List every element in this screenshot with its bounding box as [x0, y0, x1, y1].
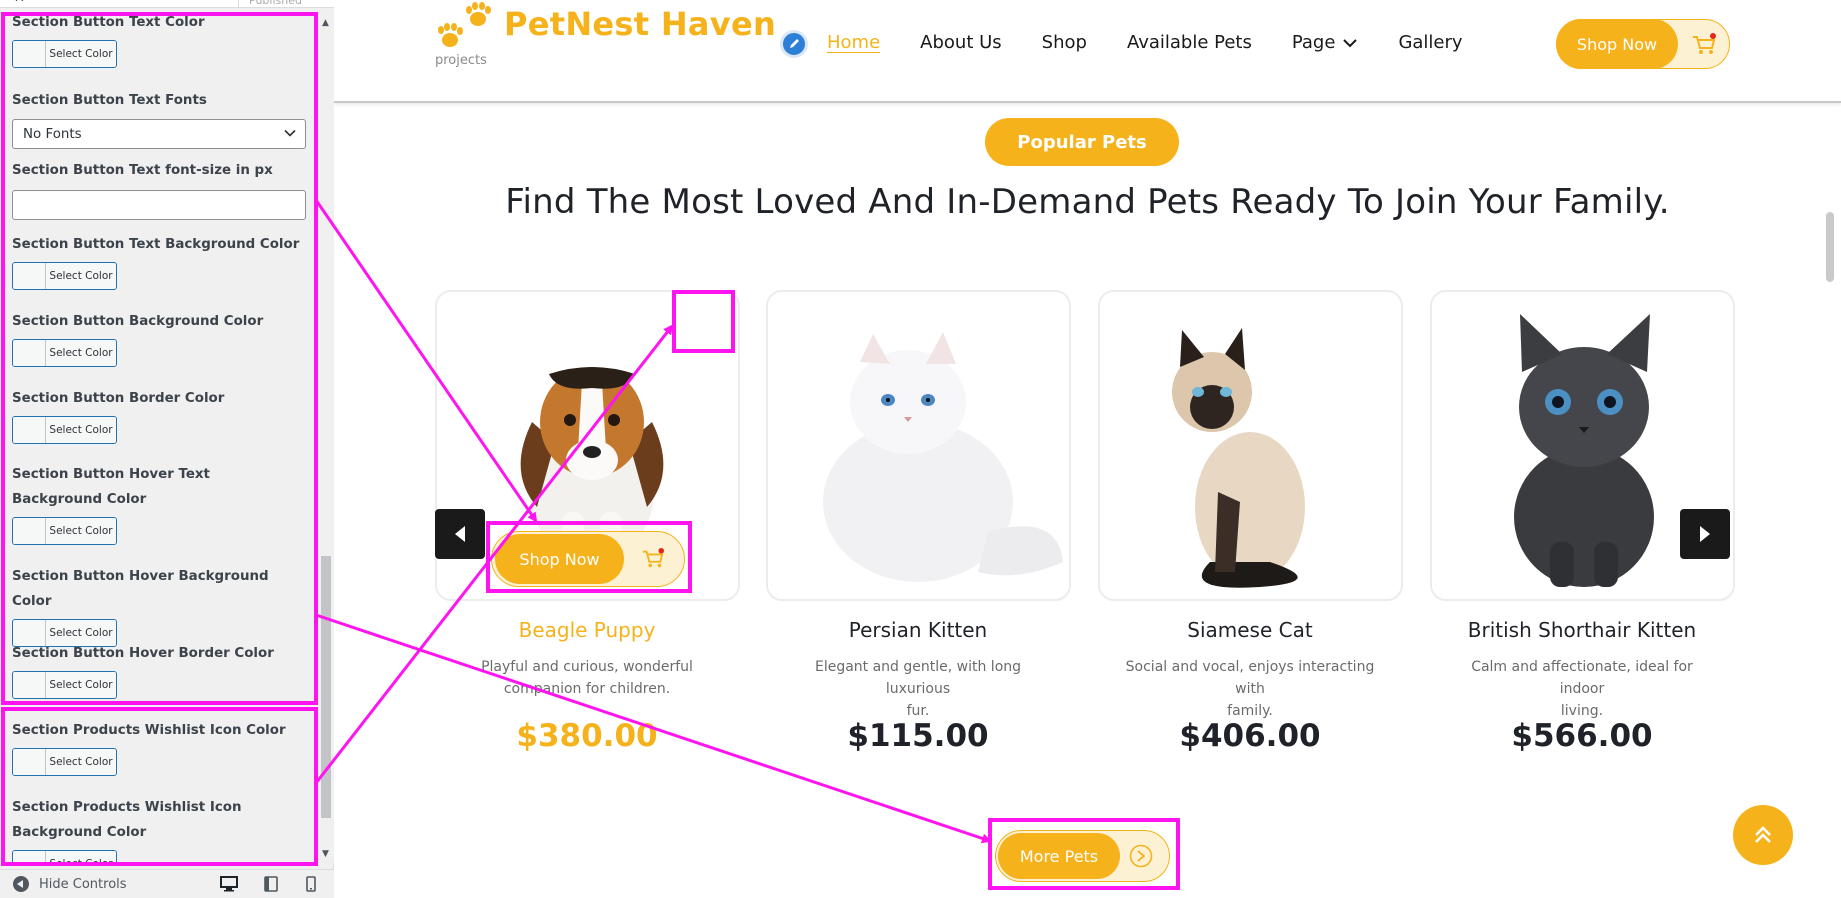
- header-shop-now-button[interactable]: Shop Now: [1556, 19, 1730, 69]
- hide-controls-button[interactable]: Hide Controls: [13, 876, 127, 892]
- product-card-persian[interactable]: [766, 290, 1071, 601]
- persian-kitten-image: [823, 332, 1063, 582]
- sidebar-scrollbar[interactable]: ▲ ▼: [320, 8, 334, 863]
- product-name[interactable]: Persian Kitten: [753, 618, 1083, 642]
- nav-home[interactable]: Home: [827, 32, 880, 53]
- back-to-top-button[interactable]: [1733, 805, 1793, 865]
- section-heading: Find The Most Loved And In-Demand Pets R…: [505, 182, 1670, 222]
- chevron-down-icon: [1343, 38, 1358, 47]
- hide-controls-label: Hide Controls: [39, 876, 127, 892]
- header-shop-now-label: Shop Now: [1556, 19, 1678, 69]
- description-line: fur.: [906, 703, 930, 719]
- product-name[interactable]: British Shorthair Kitten: [1417, 618, 1747, 642]
- tablet-icon[interactable]: [262, 876, 280, 892]
- nav-gallery[interactable]: Gallery: [1398, 32, 1462, 53]
- annotation-box-wishlist: [672, 290, 735, 353]
- description-line: Elegant and gentle, with long luxurious: [814, 659, 1022, 697]
- preview-scrollbar-thumb[interactable]: [1826, 212, 1834, 282]
- description-line: Social and vocal, enjoys interacting wit…: [1125, 659, 1375, 697]
- nav-shop[interactable]: Shop: [1042, 32, 1087, 53]
- customizer-topbar: ✕ Published: [0, 0, 334, 8]
- site-header: PetNest Haven projects Home About Us Sho…: [334, 0, 1841, 103]
- description-line: living.: [1560, 703, 1604, 719]
- product-description: Social and vocal, enjoys interacting wit…: [1115, 656, 1385, 722]
- nav-page-label: Page: [1291, 32, 1336, 53]
- scrollbar-thumb[interactable]: [321, 556, 331, 818]
- published-status: Published: [238, 0, 334, 8]
- site-preview: PetNest Haven projects Home About Us Sho…: [334, 0, 1841, 898]
- customizer-footer: Hide Controls: [0, 869, 334, 898]
- mobile-icon[interactable]: [302, 876, 320, 892]
- annotation-box-shop-now: [486, 521, 692, 593]
- product-description: Calm and affectionate, ideal for indoor l…: [1447, 656, 1717, 722]
- scroll-down-icon[interactable]: ▼: [322, 849, 329, 859]
- product-description: Elegant and gentle, with long luxurious f…: [783, 656, 1053, 722]
- carousel-next-button[interactable]: [1680, 509, 1730, 559]
- scroll-up-icon[interactable]: ▲: [322, 18, 329, 28]
- description-line: family.: [1227, 703, 1273, 719]
- description-line: Playful and curious, wonderful: [481, 659, 693, 675]
- main-nav: Home About Us Shop Available Pets Page G…: [827, 32, 1503, 53]
- product-price: $566.00: [1511, 718, 1653, 754]
- annotation-box-button-controls: [1, 12, 318, 705]
- siamese-cat-image: [1172, 328, 1305, 588]
- description-line: Calm and affectionate, ideal for indoor: [1471, 659, 1693, 697]
- cart-icon: [1693, 33, 1716, 54]
- product-price: $406.00: [1179, 718, 1321, 754]
- collapse-arrow-icon: [13, 876, 29, 892]
- product-card-siamese[interactable]: [1098, 290, 1403, 601]
- carousel-prev-button[interactable]: [435, 509, 485, 559]
- site-tagline: projects: [435, 53, 487, 68]
- arrow-left-icon: [455, 526, 465, 542]
- nav-page[interactable]: Page: [1292, 32, 1359, 53]
- product-price: $115.00: [847, 718, 989, 754]
- edit-shortcut-icon[interactable]: [780, 30, 808, 58]
- section-badge: Popular Pets: [985, 118, 1179, 166]
- paw-logo-icon: [438, 2, 491, 47]
- double-chevron-up-icon: [1755, 826, 1771, 843]
- description-line: companion for children.: [503, 681, 671, 697]
- desktop-icon[interactable]: [220, 876, 238, 892]
- close-icon[interactable]: ✕: [14, 0, 28, 6]
- nav-about-us[interactable]: About Us: [920, 32, 1002, 53]
- site-title[interactable]: PetNest Haven: [504, 5, 776, 43]
- annotation-box-more-pets: [988, 818, 1180, 890]
- nav-available-pets[interactable]: Available Pets: [1127, 32, 1252, 53]
- arrow-right-icon: [1700, 526, 1710, 542]
- product-name[interactable]: Siamese Cat: [1085, 618, 1415, 642]
- product-name[interactable]: Beagle Puppy: [422, 618, 752, 642]
- annotation-box-wishlist-controls: [1, 707, 318, 866]
- product-description: Playful and curious, wonderful companion …: [452, 656, 722, 700]
- product-price: $380.00: [516, 718, 658, 754]
